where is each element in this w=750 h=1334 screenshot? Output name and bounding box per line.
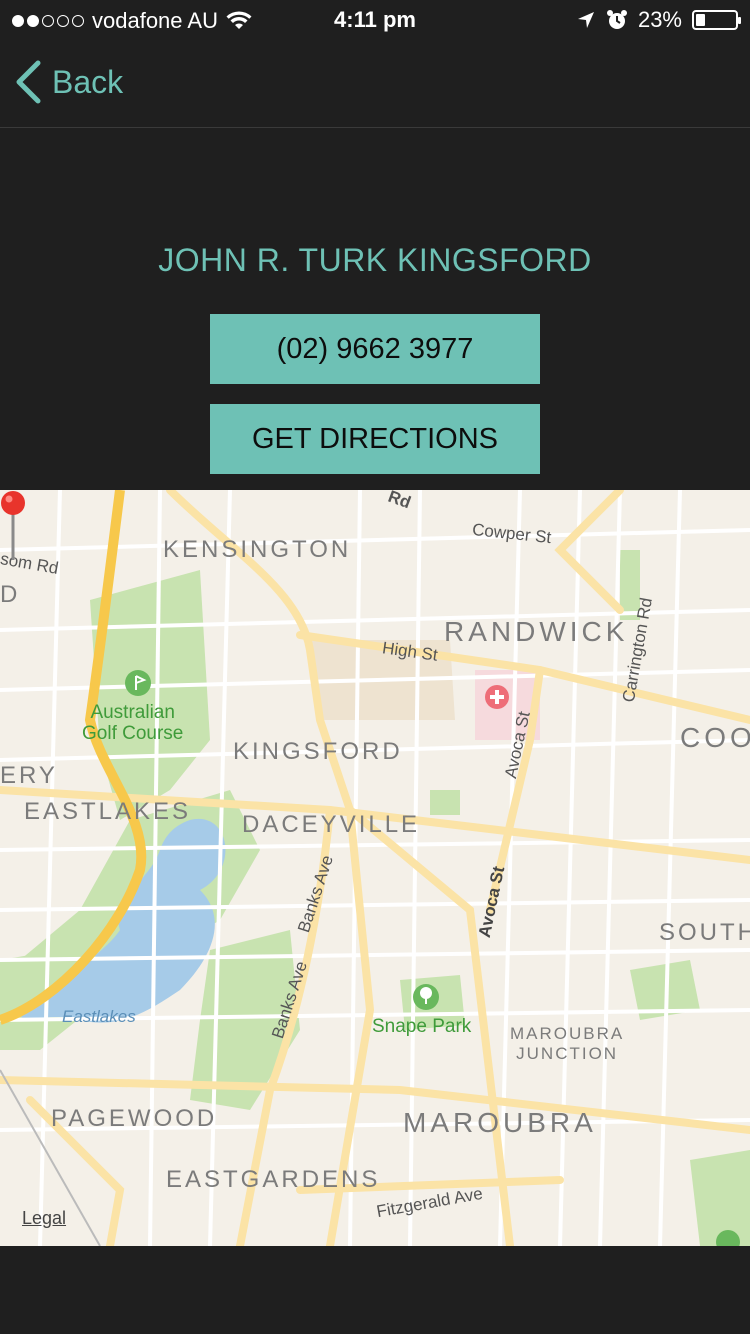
suburb-label: PAGEWOOD — [51, 1105, 218, 1132]
suburb-label: DACEYVILLE — [242, 811, 421, 838]
location-pin-icon[interactable] — [0, 490, 26, 562]
status-right: 23% — [576, 7, 741, 33]
map-view[interactable]: KENSINGTON RANDWICK KINGSFORD DACEYVILLE… — [0, 490, 750, 1246]
park-label: Snape Park — [372, 1016, 472, 1037]
suburb-label: KENSINGTON — [163, 536, 352, 563]
alarm-icon — [606, 10, 627, 29]
phone-number-label: (02) 9662 3977 — [276, 332, 474, 365]
status-bar: vodafone AU 4:11 pm 23% — [0, 0, 750, 40]
suburb-label: KINGSFORD — [233, 738, 403, 765]
suburb-label: D — [0, 581, 21, 608]
bottom-bar — [0, 1246, 750, 1334]
water-label: Eastlakes — [62, 1007, 136, 1026]
get-directions-button[interactable]: GET DIRECTIONS — [210, 404, 540, 474]
suburb-label: ERY — [0, 762, 58, 789]
park-label: Australian Golf Course — [82, 702, 184, 744]
back-button[interactable]: Back — [14, 60, 123, 104]
suburb-label: EASTGARDENS — [166, 1166, 381, 1193]
call-phone-button[interactable]: (02) 9662 3977 — [210, 314, 540, 384]
suburb-label: MAROUBRA JUNCTION — [510, 1024, 625, 1063]
navigation-bar: Back — [0, 40, 750, 128]
chevron-left-icon — [16, 60, 41, 104]
suburb-label: RANDWICK — [444, 616, 629, 647]
directions-label: GET DIRECTIONS — [252, 422, 498, 455]
battery-icon — [692, 10, 741, 30]
location-arrow-icon — [577, 12, 594, 28]
legal-link[interactable]: Legal — [22, 1208, 66, 1229]
battery-percent: 23% — [637, 7, 682, 32]
suburb-label: COO — [680, 722, 750, 753]
suburb-label: SOUTH — [659, 919, 750, 946]
suburb-label: MAROUBRA — [403, 1107, 597, 1138]
back-label: Back — [52, 63, 124, 100]
suburb-label: EASTLAKES — [24, 798, 192, 825]
place-title: JOHN R. TURK KINGSFORD — [158, 242, 592, 278]
